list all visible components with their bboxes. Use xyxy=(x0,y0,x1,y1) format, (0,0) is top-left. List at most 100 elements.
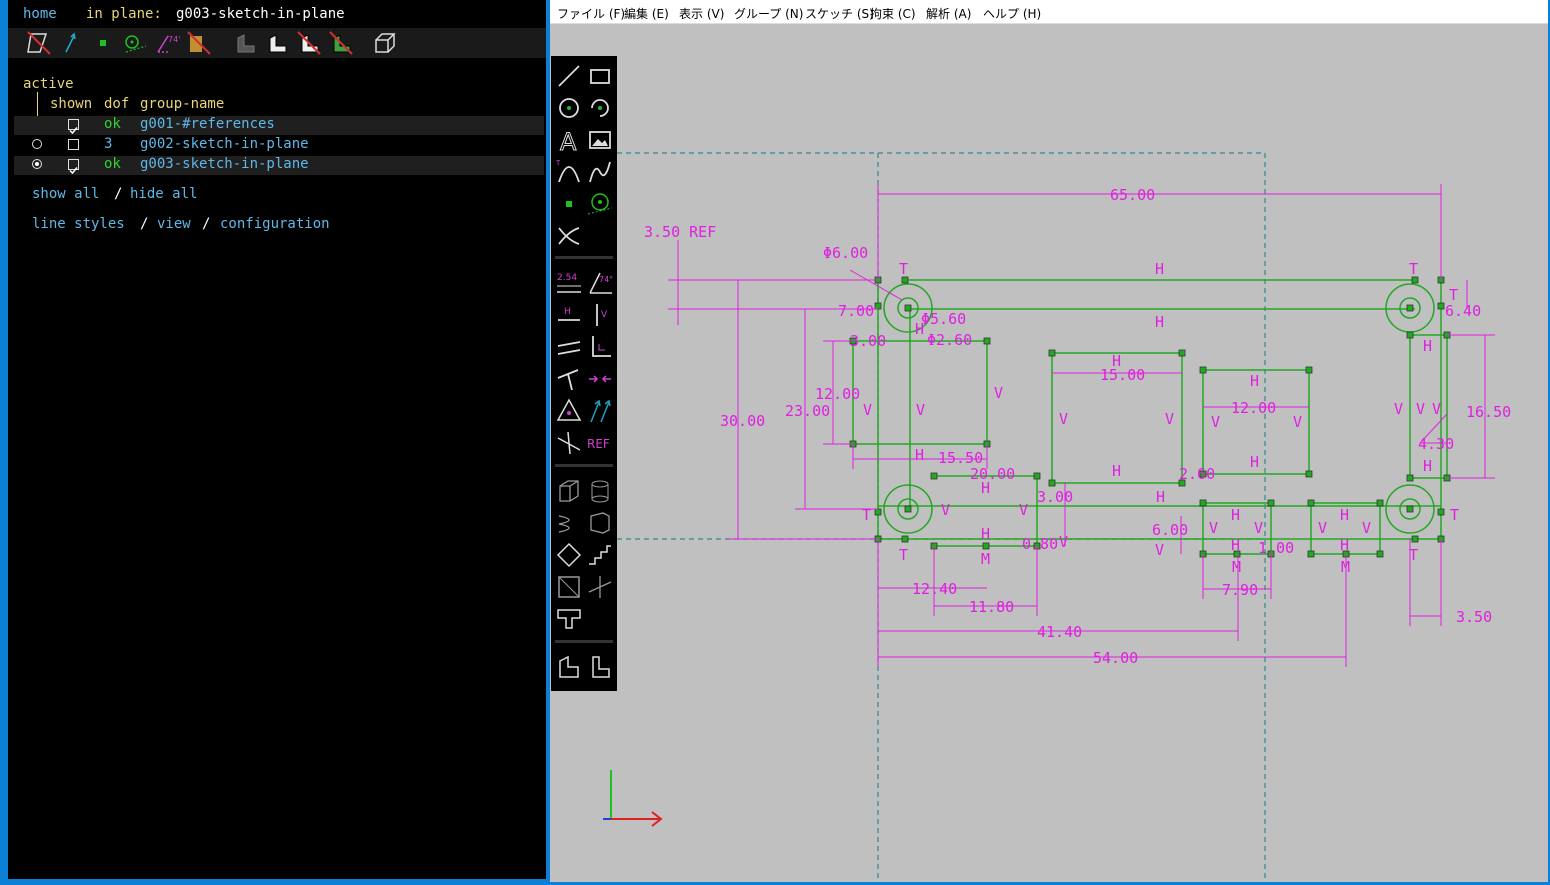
menu-group[interactable]: グループ (N) xyxy=(734,5,803,22)
bezier-tool-icon[interactable]: T xyxy=(554,157,584,187)
step-rotate-icon[interactable] xyxy=(554,540,584,570)
constraint-marker[interactable]: V xyxy=(1211,413,1220,431)
constraint-marker[interactable]: T xyxy=(1450,506,1459,524)
dim-label[interactable]: 65.00 xyxy=(1110,186,1155,204)
circle-tool-icon[interactable] xyxy=(554,93,584,123)
link-icon[interactable] xyxy=(554,572,584,602)
constraint-marker[interactable]: H xyxy=(1423,457,1432,475)
home-link[interactable]: home xyxy=(23,6,57,22)
constraint-marker[interactable]: T xyxy=(1409,546,1418,564)
dim-label[interactable]: 0.80 xyxy=(1022,535,1058,553)
constraint-marker[interactable]: V xyxy=(1254,519,1263,537)
tangent-constraint-icon[interactable] xyxy=(554,364,584,394)
dim-label[interactable]: 3.50 xyxy=(1456,608,1492,626)
constraint-marker[interactable]: H xyxy=(1231,506,1240,524)
constraint-marker[interactable]: V xyxy=(863,401,872,419)
workplane-tool-icon[interactable] xyxy=(585,189,615,219)
reference-toggle-icon[interactable]: REF xyxy=(585,428,615,458)
constraint-marker[interactable]: V xyxy=(1318,519,1327,537)
show-construction-icon[interactable] xyxy=(122,30,148,56)
step-translate-icon[interactable] xyxy=(585,540,615,570)
show-shaded-icon[interactable] xyxy=(232,30,258,56)
dim-label[interactable]: 12.00 xyxy=(1231,399,1276,417)
view-link[interactable]: view xyxy=(157,216,191,232)
nearest-isometric-view-icon[interactable] xyxy=(554,653,584,683)
perspective-icon[interactable] xyxy=(372,30,398,56)
menu-help[interactable]: ヘルプ (H) xyxy=(983,5,1041,22)
constraint-marker[interactable]: H xyxy=(981,479,990,497)
show-outlines-icon[interactable] xyxy=(296,30,322,56)
line-tool-icon[interactable] xyxy=(554,61,584,91)
show-faces-icon[interactable] xyxy=(186,30,212,56)
dim-label[interactable]: 41.40 xyxy=(1037,623,1082,641)
constraint-marker[interactable]: V xyxy=(1059,410,1068,428)
split-tool-icon[interactable] xyxy=(554,221,584,251)
menu-view[interactable]: 表示 (V) xyxy=(679,5,724,22)
show-workplanes-icon[interactable] xyxy=(26,30,52,56)
configuration-link[interactable]: configuration xyxy=(220,216,330,232)
constraint-marker[interactable]: H xyxy=(1340,536,1349,554)
menu-edit[interactable]: 編集 (E) xyxy=(624,5,669,22)
workplane-new-icon[interactable] xyxy=(585,572,615,602)
constraint-marker[interactable]: V xyxy=(1362,519,1371,537)
constraint-marker[interactable]: V xyxy=(1432,400,1441,418)
menu-constrain[interactable]: 拘束 (C) xyxy=(870,5,916,22)
dim-label[interactable]: 3.00 xyxy=(1037,488,1073,506)
dim-label[interactable]: Φ6.00 xyxy=(823,244,868,262)
constraint-marker[interactable]: T xyxy=(899,260,908,278)
constraint-marker[interactable]: M xyxy=(1341,558,1350,576)
menu-file[interactable]: ファイル (F) xyxy=(557,5,625,22)
symmetric-constraint-icon[interactable] xyxy=(554,396,584,426)
constraint-marker[interactable]: H xyxy=(981,525,990,543)
constraint-marker[interactable]: V xyxy=(941,501,950,519)
active-radio[interactable] xyxy=(32,159,42,169)
coincident-constraint-icon[interactable] xyxy=(585,364,615,394)
sketch-in-3d-icon[interactable] xyxy=(554,604,584,634)
dim-label[interactable]: 6.00 xyxy=(1152,521,1188,539)
lathe-icon[interactable] xyxy=(585,508,615,538)
revolve-icon[interactable] xyxy=(585,476,615,506)
constraint-marker[interactable]: V xyxy=(1165,410,1174,428)
dim-label[interactable]: 1.00 xyxy=(1258,539,1294,557)
active-radio[interactable] xyxy=(32,139,42,149)
dim-label[interactable]: 20.00 xyxy=(970,465,1015,483)
angle-constraint-icon[interactable]: 74° xyxy=(585,268,615,298)
dim-label[interactable]: 3.50 REF xyxy=(644,223,716,241)
constraint-marker[interactable]: V xyxy=(1394,400,1403,418)
menu-analyze[interactable]: 解析 (A) xyxy=(926,5,971,22)
show-all-link[interactable]: show all xyxy=(32,186,99,202)
constraint-marker[interactable]: H xyxy=(1250,372,1259,390)
group-name-link[interactable]: g002-sketch-in-plane xyxy=(140,136,309,152)
constraint-marker[interactable]: V xyxy=(916,401,925,419)
constraint-marker[interactable]: H xyxy=(1155,313,1164,331)
constraint-marker[interactable]: M xyxy=(1232,558,1241,576)
dim-label[interactable]: 3.00 xyxy=(850,332,886,350)
dim-label[interactable]: 2.60 xyxy=(1179,465,1215,483)
dim-label[interactable]: 23.00 xyxy=(785,402,830,420)
constraint-marker[interactable]: V xyxy=(994,384,1003,402)
constraint-marker[interactable]: H xyxy=(1112,352,1121,370)
constraint-marker[interactable]: T xyxy=(862,506,871,524)
parallel-constraint-icon[interactable] xyxy=(554,332,584,362)
show-constraints-icon[interactable]: 74° xyxy=(154,30,180,56)
dim-label[interactable]: Φ2.60 xyxy=(927,331,972,349)
dim-label[interactable]: 4.30 xyxy=(1418,435,1454,453)
nearest-ortho-view-icon[interactable] xyxy=(585,653,615,683)
show-points-icon[interactable] xyxy=(90,30,116,56)
dim-label[interactable]: 11.80 xyxy=(969,598,1014,616)
line-styles-link[interactable]: line styles xyxy=(32,216,125,232)
constraint-marker[interactable]: H xyxy=(915,446,924,464)
perpendicular-constraint-icon[interactable] xyxy=(585,332,615,362)
point-tool-icon[interactable] xyxy=(554,189,584,219)
spline-tool-icon[interactable] xyxy=(585,157,615,187)
constraint-marker[interactable]: T xyxy=(1409,260,1418,278)
dim-label[interactable]: 6.40 xyxy=(1445,302,1481,320)
distance-constraint-icon[interactable]: 2.54 xyxy=(554,268,584,298)
show-edges-icon[interactable] xyxy=(264,30,290,56)
dim-label[interactable]: 16.50 xyxy=(1466,403,1511,421)
rectangle-tool-icon[interactable] xyxy=(585,61,615,91)
menu-sketch[interactable]: スケッチ (S) xyxy=(805,5,874,22)
extrude-icon[interactable] xyxy=(554,476,584,506)
dim-label[interactable]: 15.00 xyxy=(1100,366,1145,384)
constraint-marker[interactable]: H xyxy=(1231,536,1240,554)
